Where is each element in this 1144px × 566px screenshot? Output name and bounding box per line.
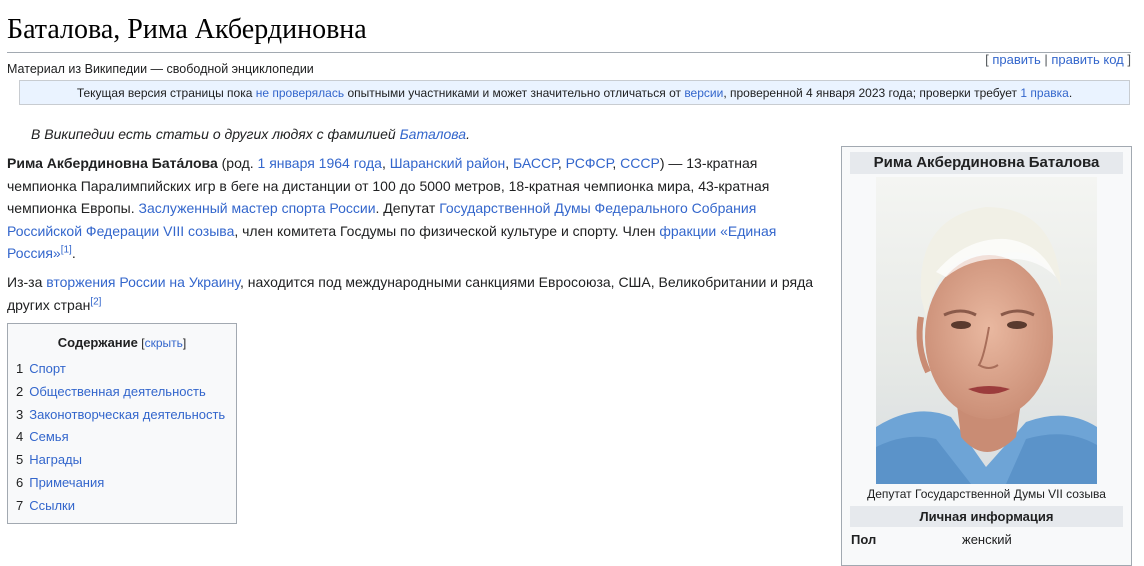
toc-link[interactable]: Общественная деятельность	[29, 384, 205, 399]
subject-name: Рима Акбердиновна Бата́лова	[7, 155, 218, 171]
edit-links: [ править | править код ]	[985, 52, 1131, 67]
toc-link[interactable]: Награды	[29, 452, 82, 467]
toc-number: 2	[16, 383, 24, 399]
intro-text-2: . Депутат	[375, 200, 440, 216]
toc-item-notes[interactable]: 6 Примечания	[16, 472, 236, 495]
table-of-contents: Содержание [скрыть] 1 Спорт 2 Общественная…	[7, 323, 237, 524]
toc-toggle-close: ]	[182, 336, 187, 350]
infobox-row-value: женский	[962, 532, 1012, 547]
toc-number: 7	[16, 497, 24, 513]
toc-link[interactable]: Семья	[29, 429, 68, 444]
review-notice: Текущая версия страницы пока не проверял…	[19, 80, 1130, 105]
ussr-link[interactable]: СССР	[620, 155, 660, 171]
title-divider	[7, 52, 1131, 53]
notice-version-link[interactable]: версии	[684, 86, 723, 100]
hatnote-text: В Википедии есть статьи о других людях с…	[31, 126, 400, 142]
notice-text-3: , проверенной 4 января 2023 года; провер…	[723, 86, 1021, 100]
infobox-section-header: Личная информация	[850, 506, 1123, 527]
toc-hide-link[interactable]: скрыть	[145, 336, 183, 350]
toc-list: 1 Спорт 2 Общественная деятельность 3 Закон…	[8, 358, 236, 518]
toc-item-sport[interactable]: 1 Спорт	[16, 358, 236, 381]
toc-toggle-open: [	[137, 336, 145, 350]
edit-link[interactable]: править	[992, 52, 1040, 67]
notice-text-4: .	[1068, 86, 1073, 100]
edit-bracket-close: ]	[1123, 52, 1131, 67]
intro-comma-4: ,	[612, 155, 621, 171]
reference-1[interactable]: [1]	[61, 244, 72, 255]
toc-number: 6	[16, 474, 24, 490]
toc-number: 5	[16, 452, 24, 468]
hatnote: В Википедии есть статьи о других людях с…	[31, 126, 470, 142]
toc-item-links[interactable]: 7 Ссылки	[16, 495, 236, 518]
reference-2[interactable]: [2]	[90, 296, 101, 307]
intro-text-3: , член комитета Госдумы по физической ку…	[234, 222, 660, 239]
birth-date-link[interactable]: 1 января 1964 года	[258, 155, 382, 171]
intro-text-4: .	[71, 245, 76, 261]
toc-item-legislative[interactable]: 3 Законотворческая деятельность	[16, 404, 236, 427]
toc-item-public[interactable]: 2 Общественная деятельность	[16, 381, 236, 404]
bassr-link[interactable]: БАССР	[513, 155, 558, 171]
portrait-image	[876, 177, 1097, 484]
birth-place-link[interactable]: Шаранский район	[390, 155, 506, 171]
notice-edits-link[interactable]: 1 правка	[1020, 86, 1068, 100]
toc-number: 4	[16, 429, 24, 445]
invasion-link[interactable]: вторжения России на Украину	[46, 274, 240, 290]
notice-text-2: опытными участниками и может значительно…	[344, 86, 685, 100]
toc-link[interactable]: Спорт	[29, 361, 66, 376]
sanctions-paragraph: Из-за вторжения России на Украину, наход…	[7, 271, 817, 316]
sanctions-text-1: Из-за	[7, 274, 47, 290]
edit-code-link[interactable]: править код	[1051, 52, 1123, 67]
honored-master-link[interactable]: Заслуженный мастер спорта России	[139, 200, 376, 216]
toc-title: Содержание	[57, 335, 138, 350]
hatnote-end: .	[466, 126, 470, 142]
site-subtitle: Материал из Википедии — свободной энцикл…	[7, 62, 314, 76]
toc-item-family[interactable]: 4 Семья	[16, 426, 236, 449]
infobox: Рима Акбердиновна Баталова Депутат Госуд…	[841, 146, 1132, 566]
infobox-row-label: Пол	[851, 532, 877, 547]
intro-born-open: (род.	[217, 155, 258, 171]
toc-link[interactable]: Примечания	[29, 475, 104, 490]
infobox-title: Рима Акбердиновна Баталова	[850, 152, 1123, 174]
intro-comma-3: ,	[557, 155, 566, 171]
toc-toggle: [скрыть]	[138, 336, 186, 350]
toc-header: Содержание [скрыть]	[8, 335, 236, 350]
intro-comma-1: ,	[381, 155, 390, 171]
intro-paragraph: Рима Акбердиновна Бата́лова (род. 1 янва…	[7, 152, 817, 265]
edit-separator: |	[1040, 52, 1052, 67]
rsfsr-link[interactable]: РСФСР	[566, 155, 613, 171]
portrait-photo[interactable]	[876, 177, 1097, 484]
notice-unreviewed-link[interactable]: не проверялась	[256, 86, 344, 100]
toc-number: 1	[16, 361, 24, 376]
infobox-caption: Депутат Государственной Думы VII созыва	[867, 487, 1106, 501]
toc-item-awards[interactable]: 5 Награды	[16, 449, 236, 472]
intro-comma-2: ,	[505, 155, 513, 171]
notice-text-1: Текущая версия страницы пока	[76, 86, 256, 100]
page-title: Баталова, Рима Акбердиновна	[7, 14, 367, 45]
hatnote-link[interactable]: Баталова	[400, 126, 467, 142]
toc-link[interactable]: Законотворческая деятельность	[29, 407, 225, 422]
toc-link[interactable]: Ссылки	[29, 498, 75, 513]
toc-number: 3	[16, 406, 24, 422]
